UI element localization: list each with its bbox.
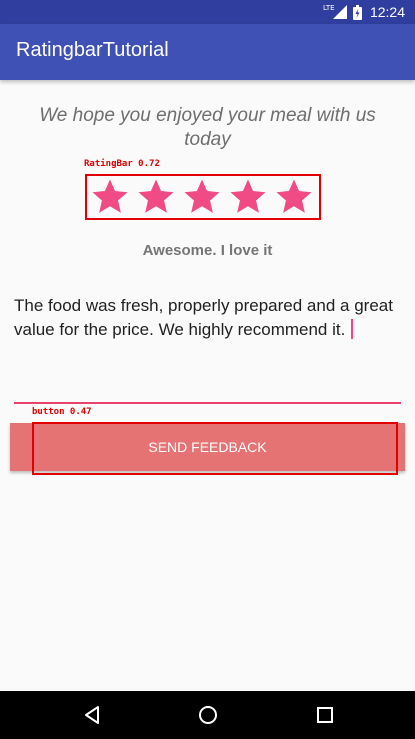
rating-star-icon[interactable]	[180, 176, 224, 218]
app-title: RatingbarTutorial	[16, 39, 169, 61]
status-clock: 12:24	[369, 4, 405, 20]
detection-label-ratingbar: RatingBar 0.72	[84, 159, 160, 169]
feedback-input-value: The food was fresh, properly prepared an…	[14, 296, 393, 339]
rating-bar[interactable]	[88, 176, 318, 218]
rating-description: Awesome. I love it	[142, 242, 273, 259]
rating-star-icon[interactable]	[134, 176, 178, 218]
headline-text: We hope you enjoyed your meal with us to…	[39, 105, 376, 150]
recents-icon[interactable]	[313, 703, 337, 731]
rating-star-icon[interactable]	[226, 176, 270, 218]
navigation-bar	[0, 691, 415, 739]
feedback-input[interactable]: The food was fresh, properly prepared an…	[14, 294, 401, 404]
status-bar: LTE 12:24	[0, 0, 415, 24]
detection-box-button	[32, 422, 398, 475]
back-icon[interactable]	[80, 703, 104, 731]
app-bar: RatingbarTutorial	[0, 24, 415, 80]
home-icon[interactable]	[196, 703, 220, 731]
rating-star-icon[interactable]	[272, 176, 316, 218]
rating-star-icon[interactable]	[88, 176, 132, 218]
network-type-label: LTE	[322, 4, 335, 12]
status-icons: LTE 12:24	[323, 3, 405, 21]
signal-icon: LTE	[323, 5, 347, 19]
text-cursor	[351, 319, 354, 339]
battery-icon	[352, 4, 362, 20]
detection-label-button: button 0.47	[32, 407, 92, 417]
